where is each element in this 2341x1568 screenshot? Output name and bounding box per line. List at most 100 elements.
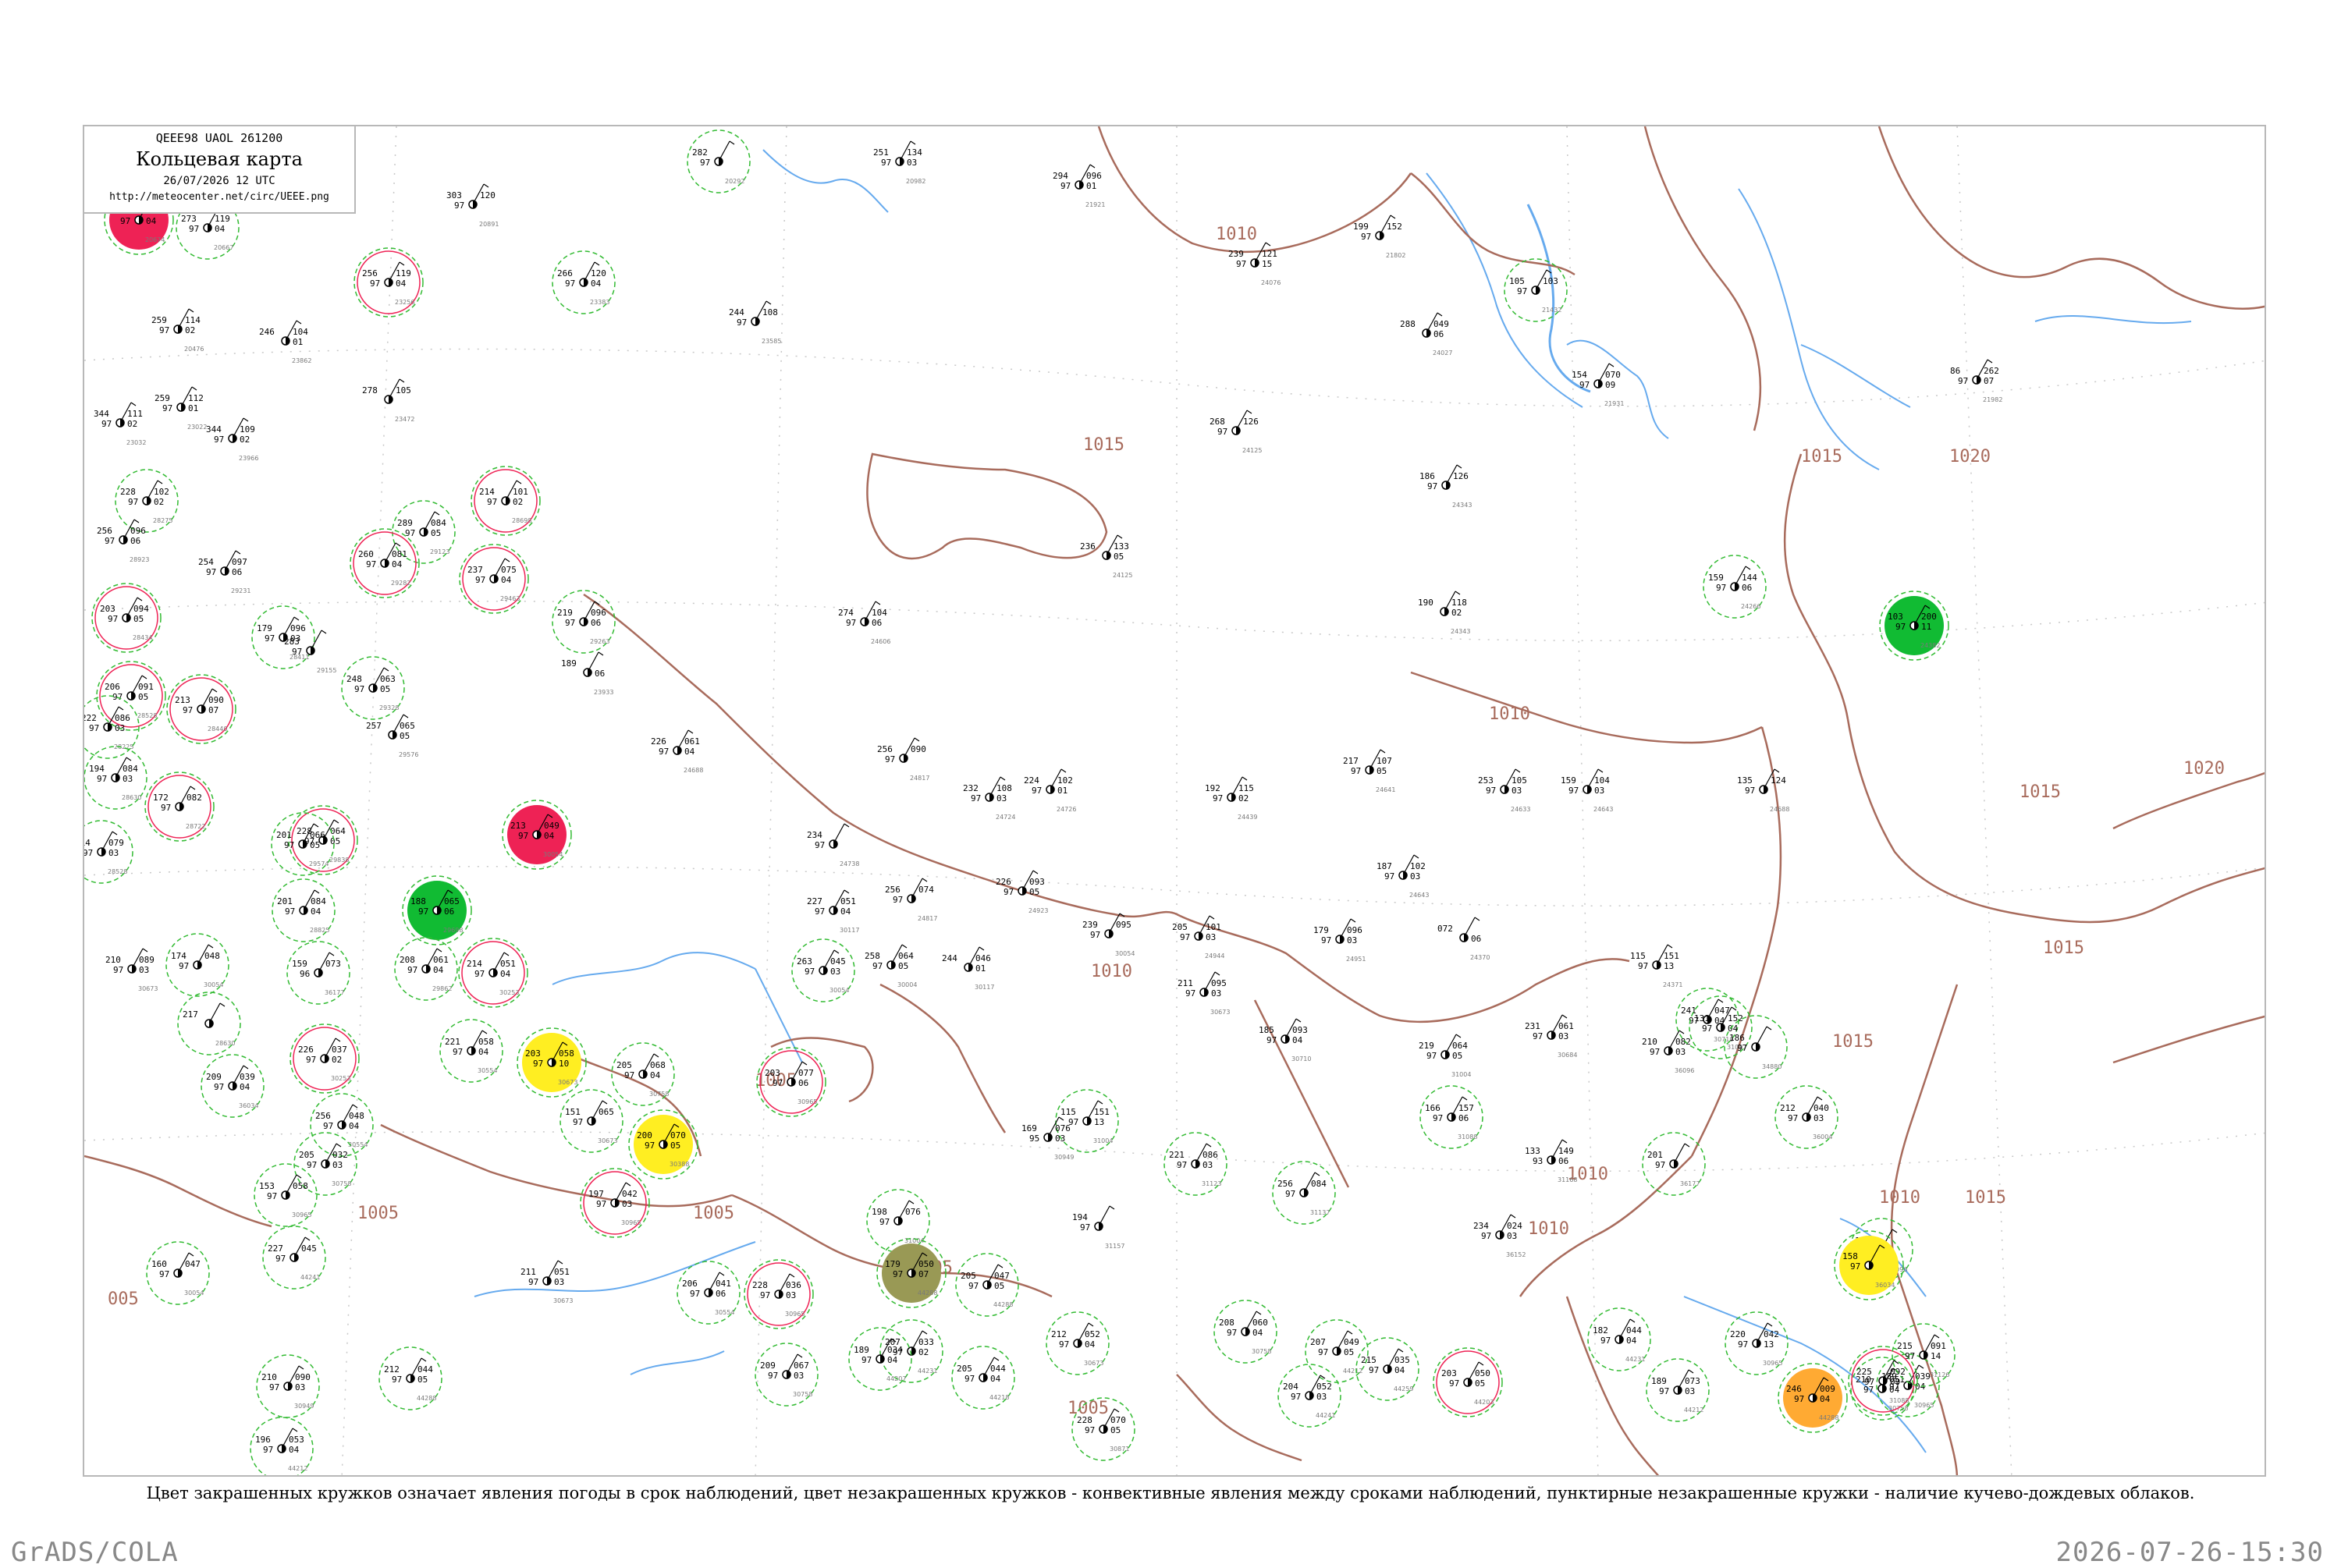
- river-line: [762, 149, 889, 213]
- temperature-value: 232: [963, 783, 979, 793]
- temperature-value: 228: [1077, 1415, 1092, 1425]
- station-model: 208 060 97 04 30758: [1213, 1300, 1277, 1364]
- pressure-value: 096: [130, 526, 146, 536]
- station-index: 29328: [379, 704, 399, 711]
- station-model: 220 042 97 13 30965: [1725, 1311, 1789, 1375]
- dewpoint-value: 97: [533, 1059, 543, 1069]
- pressure-value: 091: [1931, 1341, 1946, 1351]
- temperature-value: 115: [1630, 951, 1646, 961]
- station-index: 30004: [897, 981, 917, 988]
- station-index: 24027: [1433, 349, 1452, 357]
- dewpoint-value: 97: [1361, 232, 1371, 242]
- temperature-value: 256: [1277, 1179, 1293, 1189]
- station-model: 237 075 97 04 29463: [459, 544, 529, 614]
- temperature-value: 198: [872, 1207, 887, 1217]
- pressure-value: 096: [290, 623, 306, 633]
- station-index: 23933: [594, 689, 613, 696]
- station-index: 31004: [1451, 1071, 1471, 1078]
- temperature-value: 266: [557, 268, 573, 278]
- pressure-change-value: 02: [332, 1055, 342, 1065]
- temperature-value: 231: [1525, 1021, 1540, 1031]
- pressure-value: 037: [332, 1045, 347, 1055]
- pressure-value: 107: [1377, 756, 1392, 766]
- temperature-value: 344: [206, 424, 222, 435]
- isobar-label: 1020: [2183, 759, 2225, 779]
- station-index: 29463: [500, 595, 520, 602]
- station-model: 213 090 97 07 28440: [166, 674, 236, 744]
- station-index: 24125: [1242, 447, 1262, 454]
- temperature-value: 201: [1647, 1150, 1663, 1160]
- isobar-label: 1010: [1489, 704, 1530, 724]
- station-index: 34880: [1762, 1063, 1782, 1070]
- station-model: 217 107 97 05 24641: [1343, 749, 1395, 793]
- station-model: 256 096 97 06 28923: [97, 519, 149, 563]
- isobar-label: 1005: [357, 1204, 399, 1223]
- dewpoint-value: 97: [1213, 793, 1223, 804]
- wind-barb: [1757, 1026, 1772, 1045]
- pressure-change-value: 04: [840, 906, 851, 917]
- pressure-value: 101: [513, 487, 528, 497]
- dewpoint-value: 97: [1864, 1377, 1874, 1387]
- station-model: 246 10401 23862: [259, 320, 311, 364]
- station-index: 36177: [1680, 1180, 1700, 1187]
- station-model: 214 051 97 04 30253: [458, 938, 528, 1008]
- pressure-value: 086: [115, 713, 130, 723]
- pressure-value: 076: [905, 1207, 921, 1217]
- pressure-value: 048: [349, 1111, 364, 1121]
- isobar-label: 1015: [1832, 1032, 1874, 1052]
- pressure-change-value: 02: [127, 419, 137, 429]
- wind-barb: [588, 651, 604, 670]
- dewpoint-value: 97: [307, 1160, 317, 1170]
- isobar-line: [866, 452, 1108, 560]
- dewpoint-value: 97: [285, 906, 295, 917]
- pressure-value: 086: [1202, 1150, 1218, 1160]
- station-index: 30673: [598, 1137, 617, 1144]
- station-model: 210 089 97 03 30673: [105, 948, 158, 992]
- rivers-and-coastline: [474, 149, 2192, 1453]
- dewpoint-value: 97: [1227, 1328, 1237, 1338]
- temperature-value: 217: [183, 1009, 198, 1020]
- station-model: 206 09197 0528528: [96, 661, 166, 731]
- station-index: 28440: [208, 725, 227, 733]
- temperature-value: 115: [1060, 1107, 1076, 1117]
- isobar-line: [1643, 126, 1762, 431]
- station-index: 36096: [1675, 1067, 1694, 1074]
- pressure-change-value: 13: [1764, 1339, 1774, 1350]
- pressure-change-value: 04: [591, 278, 602, 289]
- pressure-value: 126: [1243, 417, 1259, 427]
- pressure-change-value: 05: [380, 684, 390, 694]
- pressure-change-value: 03: [295, 1382, 305, 1392]
- station-model: 115 151 97 13 24371: [1630, 944, 1682, 988]
- pressure-change-value: 04: [392, 559, 403, 569]
- pressure-value: 118: [1451, 598, 1467, 608]
- river-line: [1738, 188, 1880, 470]
- station-model: 258 064 97 05 30004: [865, 944, 917, 988]
- station-index: 36004: [1813, 1133, 1832, 1141]
- temperature-value: 256: [885, 885, 901, 895]
- pressure-change-value: 04: [501, 575, 512, 585]
- dewpoint-value: 97: [89, 723, 99, 733]
- dewpoint-value: 97: [1745, 786, 1755, 796]
- dewpoint-value: 97: [265, 633, 275, 644]
- dewpoint-value: 97: [366, 559, 376, 569]
- station-model: 259 114 97 02 20476: [151, 308, 204, 353]
- river-line: [2034, 314, 2192, 325]
- source-url: http://meteocenter.net/circ/UEEE.png: [109, 191, 329, 203]
- station-model: 228 102 97 02 28275: [115, 469, 179, 533]
- temperature-value: 212: [1051, 1329, 1067, 1339]
- temperature-value: 219: [557, 608, 573, 618]
- pressure-change-value: 09: [1890, 1377, 1900, 1387]
- station-index: 30554: [478, 1067, 497, 1074]
- temperature-value: 210: [261, 1372, 277, 1382]
- pressure-change-value: 11: [1921, 622, 1931, 632]
- pressure-value: 070: [670, 1130, 686, 1141]
- station-index: 30554: [715, 1309, 734, 1316]
- pressure-change-value: 04: [1292, 1035, 1303, 1045]
- dewpoint-value: 97: [267, 1191, 277, 1201]
- station-model: 221 086 97 03 31123: [1163, 1132, 1227, 1196]
- legend-caption: Цвет закрашенных кружков означает явлени…: [146, 1484, 2195, 1502]
- pressure-value: 104: [1594, 775, 1610, 786]
- pressure-value: 095: [1116, 920, 1131, 930]
- isobar-label: 1015: [1801, 447, 1842, 466]
- temperature-value: 224: [1024, 775, 1039, 786]
